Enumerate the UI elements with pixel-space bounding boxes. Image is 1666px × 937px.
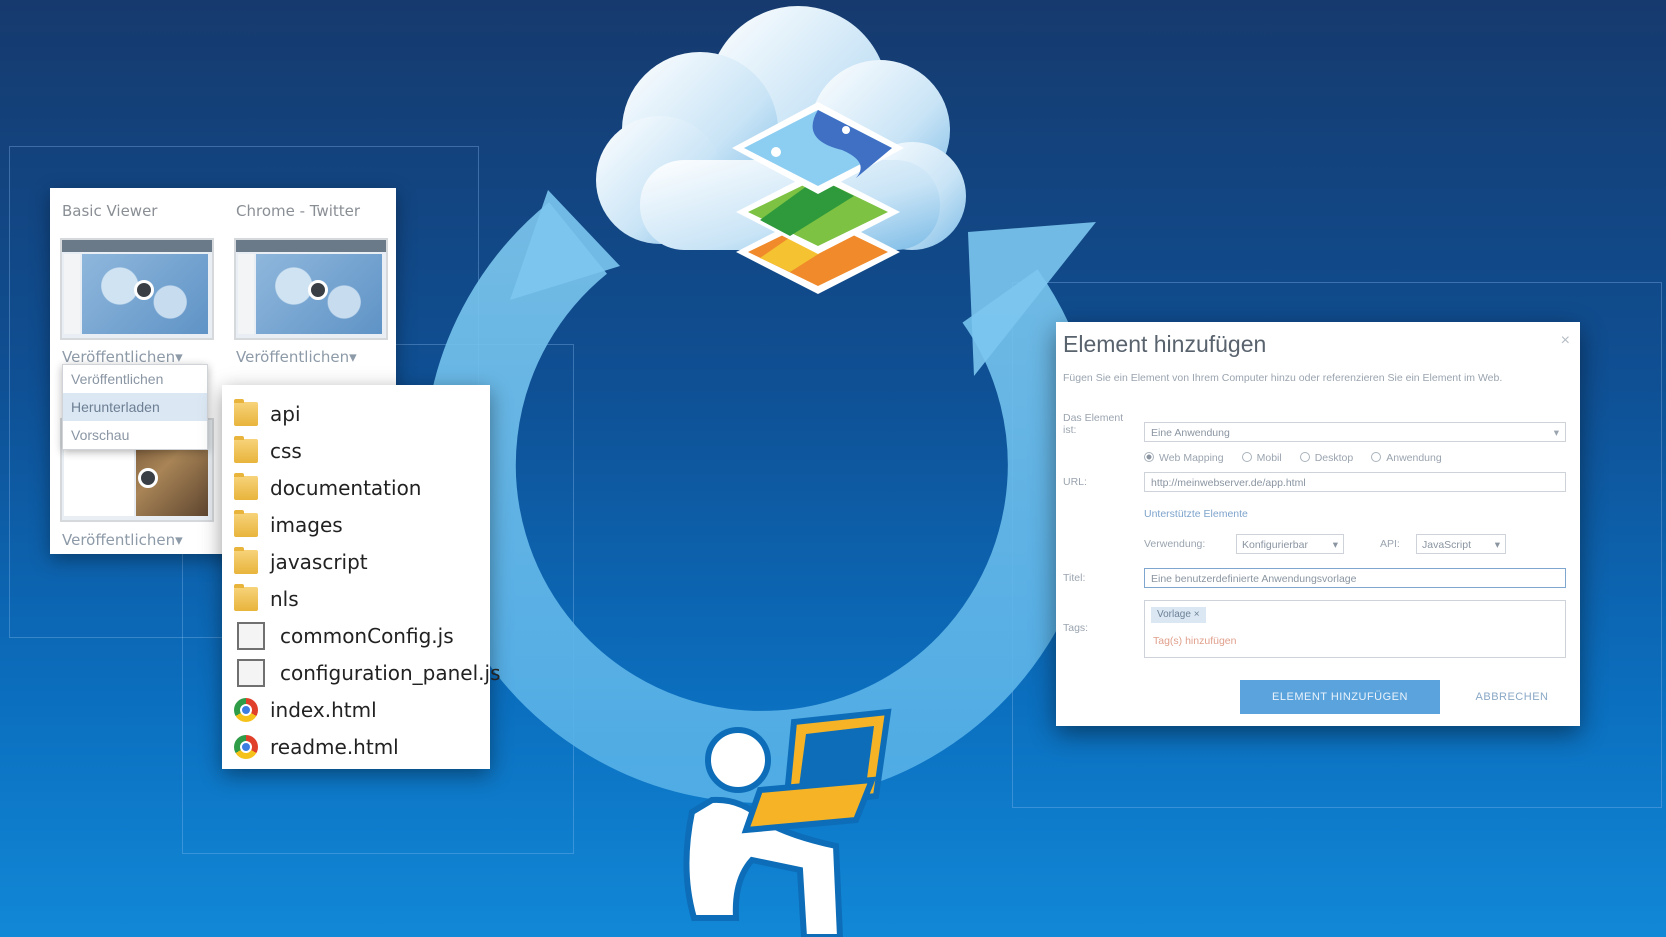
api-value: JavaScript — [1422, 539, 1472, 551]
close-icon[interactable]: × — [1561, 332, 1570, 350]
gear-icon — [308, 280, 328, 300]
file-name: nls — [270, 587, 299, 611]
chrome-html-icon — [234, 698, 258, 722]
folder-icon — [234, 510, 258, 537]
cancel-button[interactable]: ABBRECHEN — [1462, 680, 1562, 714]
gear-icon — [134, 280, 154, 300]
publish-menu-button[interactable]: Veröffentlichen▾ — [62, 531, 183, 549]
tag-chip[interactable]: Vorlage × — [1151, 607, 1206, 623]
file-row[interactable]: images — [234, 508, 343, 542]
file-row[interactable]: documentation — [234, 471, 421, 505]
file-name: readme.html — [270, 735, 399, 759]
file-row[interactable]: css — [234, 434, 302, 468]
file-row[interactable]: javascript — [234, 545, 368, 579]
folder-icon — [234, 399, 258, 426]
title-label: Titel: — [1063, 572, 1086, 584]
gallery-thumbnail[interactable] — [234, 238, 388, 340]
gallery-item-title: Basic Viewer — [62, 202, 158, 220]
folder-icon — [234, 473, 258, 500]
file-row[interactable]: commonConfig.js — [234, 619, 454, 653]
file-row[interactable]: api — [234, 397, 301, 431]
file-name: index.html — [270, 698, 377, 722]
diagram-stage: Basic Viewer Chrome - Twitter Veröffentl… — [0, 0, 1666, 937]
folder-icon — [234, 436, 258, 463]
file-name: javascript — [270, 550, 368, 574]
file-name: commonConfig.js — [280, 624, 454, 648]
item-type-label: Das Element ist: — [1063, 412, 1124, 436]
radio-desktop[interactable]: Desktop — [1299, 452, 1353, 464]
item-type-value: Eine Anwendung — [1151, 427, 1230, 439]
file-name: configuration_panel.js — [280, 661, 501, 685]
file-name: css — [270, 439, 302, 463]
title-input[interactable]: Eine benutzerdefinierte Anwendungsvorlag… — [1144, 568, 1566, 588]
script-file-icon — [237, 659, 265, 687]
radio-mobile[interactable]: Mobil — [1241, 452, 1282, 464]
chrome-html-icon — [234, 735, 258, 759]
usage-label: Verwendung: — [1144, 538, 1206, 550]
file-row[interactable]: index.html — [234, 693, 377, 727]
folder-icon — [234, 584, 258, 611]
dialog-title: Element hinzufügen — [1063, 331, 1267, 357]
radio-web-mapping[interactable]: Web Mapping — [1144, 452, 1224, 464]
file-list-panel: api css documentation images javascript … — [222, 385, 501, 769]
file-name: documentation — [270, 476, 422, 500]
api-label: API: — [1380, 538, 1400, 550]
dialog-intro: Fügen Sie ein Element von Ihrem Computer… — [1063, 372, 1503, 384]
app-type-radio-group: Web Mapping Mobil Desktop Anwendung — [1144, 452, 1442, 464]
gallery-item-title: Chrome - Twitter — [236, 202, 361, 220]
usage-select[interactable]: Konfigurierbar ▾ — [1236, 534, 1344, 554]
menu-item-publish[interactable]: Veröffentlichen — [63, 365, 207, 393]
tags-input[interactable]: Vorlage × Tag(s) hinzufügen — [1144, 600, 1566, 658]
supported-items-link[interactable]: Unterstützte Elemente — [1144, 508, 1248, 520]
item-type-select[interactable]: Eine Anwendung ▾ — [1144, 422, 1566, 442]
add-item-dialog: Element hinzufügen × Fügen Sie ein Eleme… — [1056, 322, 1580, 726]
api-select[interactable]: JavaScript ▾ — [1416, 534, 1506, 554]
file-row[interactable]: configuration_panel.js — [234, 656, 501, 690]
chevron-down-icon: ▾ — [1332, 539, 1338, 551]
publish-dropdown-menu: Veröffentlichen Herunterladen Vorschau — [62, 364, 208, 450]
add-item-button[interactable]: ELEMENT HINZUFÜGEN — [1240, 680, 1440, 714]
menu-item-preview[interactable]: Vorschau — [63, 421, 207, 449]
folder-icon — [234, 547, 258, 574]
script-file-icon — [237, 622, 265, 650]
radio-application[interactable]: Anwendung — [1371, 452, 1442, 464]
url-label: URL: — [1063, 476, 1087, 488]
url-input[interactable]: http://meinwebserver.de/app.html — [1144, 472, 1566, 492]
gear-icon — [138, 468, 158, 488]
usage-value: Konfigurierbar — [1242, 539, 1308, 551]
file-name: images — [270, 513, 343, 537]
cycle-arrow-ring — [423, 202, 1100, 803]
publish-menu-button[interactable]: Veröffentlichen▾ — [236, 348, 357, 366]
tags-label: Tags: — [1063, 622, 1089, 634]
gallery-thumbnail[interactable] — [60, 238, 214, 340]
file-row[interactable]: readme.html — [234, 730, 399, 764]
file-name: api — [270, 402, 301, 426]
tags-placeholder: Tag(s) hinzufügen — [1153, 635, 1237, 647]
file-row[interactable]: nls — [234, 582, 299, 616]
menu-item-download[interactable]: Herunterladen — [63, 393, 207, 421]
chevron-down-icon: ▾ — [1494, 539, 1500, 551]
chevron-down-icon: ▾ — [1553, 427, 1559, 439]
